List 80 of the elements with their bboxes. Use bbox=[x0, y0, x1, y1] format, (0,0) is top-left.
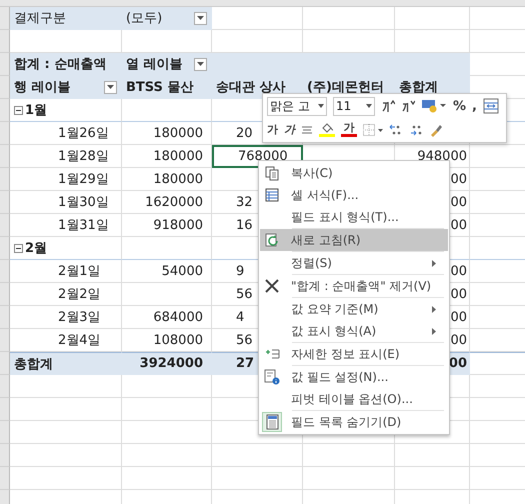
row-header[interactable] bbox=[0, 76, 10, 99]
row-header[interactable] bbox=[0, 306, 10, 329]
group-label: 1월 bbox=[25, 102, 48, 119]
row-header[interactable] bbox=[0, 145, 10, 168]
row-labels-header: 행 레이블 bbox=[14, 79, 71, 96]
copy-icon bbox=[265, 166, 279, 180]
row-header[interactable] bbox=[0, 375, 10, 398]
caret-icon bbox=[107, 85, 114, 89]
wrap-text-icon[interactable] bbox=[482, 98, 499, 114]
font-color-button[interactable]: 가 bbox=[341, 122, 357, 138]
caret-icon bbox=[197, 62, 204, 66]
collapse-icon[interactable] bbox=[14, 244, 23, 252]
font-size-field[interactable]: 11 bbox=[333, 96, 375, 116]
caret-icon bbox=[197, 16, 204, 20]
row-header[interactable] bbox=[0, 467, 10, 490]
row-label: 2월2일 bbox=[10, 283, 122, 306]
row-label: 2월3일 bbox=[10, 306, 122, 329]
row-header[interactable] bbox=[0, 7, 10, 30]
column-header: BTSS 물산 bbox=[122, 76, 212, 99]
refresh-icon bbox=[264, 232, 280, 248]
grow-font-icon[interactable] bbox=[381, 99, 395, 114]
table-cell: 180000 bbox=[122, 122, 212, 145]
row-label: 1월31일 bbox=[10, 214, 122, 237]
format-button[interactable]: , bbox=[472, 98, 477, 114]
row-header[interactable] bbox=[0, 30, 10, 53]
total-cell: 3924000 bbox=[122, 352, 212, 375]
caret-icon bbox=[318, 104, 324, 108]
show-details-icon bbox=[264, 348, 280, 360]
filter-dropdown[interactable] bbox=[194, 12, 207, 24]
row-label: 1월30일 bbox=[10, 191, 122, 214]
collapse-icon[interactable] bbox=[14, 106, 23, 114]
table-cell: 918000 bbox=[122, 214, 212, 237]
increase-decimal-icon[interactable] bbox=[389, 122, 403, 137]
caret-icon bbox=[366, 104, 372, 108]
center-align-icon[interactable] bbox=[301, 124, 313, 136]
column-labels-header: 열 레이블 bbox=[126, 56, 183, 73]
row-label: 2월1일 bbox=[10, 260, 122, 283]
row-header[interactable] bbox=[0, 329, 10, 352]
table-cell: 180000 bbox=[122, 168, 212, 191]
format-button[interactable]: % bbox=[453, 98, 466, 114]
column-filter-dropdown[interactable] bbox=[194, 58, 207, 70]
accounting-format-icon[interactable] bbox=[421, 98, 447, 114]
bold-button[interactable]: 가 bbox=[267, 122, 278, 138]
table-cell: 180000 bbox=[122, 145, 212, 168]
table-cell: 1620000 bbox=[122, 191, 212, 214]
menu-item[interactable]: 피벗 테이블 옵션(O)... bbox=[291, 390, 448, 408]
row-label: 1월29일 bbox=[10, 168, 122, 191]
filter-value: (모두) bbox=[126, 10, 162, 27]
font-name-field[interactable]: 맑은 고 bbox=[267, 96, 327, 116]
format-painter-icon[interactable] bbox=[429, 122, 443, 137]
field-settings-icon bbox=[264, 369, 280, 385]
row-label: 1월26일 bbox=[10, 122, 122, 145]
row-header[interactable] bbox=[0, 168, 10, 191]
row-label: 1월28일 bbox=[10, 145, 122, 168]
borders-icon[interactable] bbox=[363, 124, 383, 136]
row-filter-dropdown[interactable] bbox=[104, 80, 117, 94]
row-header[interactable] bbox=[0, 53, 10, 76]
row-header[interactable] bbox=[0, 260, 10, 283]
decrease-decimal-icon[interactable] bbox=[409, 122, 423, 137]
table-cell: 684000 bbox=[122, 306, 212, 329]
filter-label: 결제구분 bbox=[10, 7, 122, 30]
row-header[interactable] bbox=[0, 352, 10, 375]
row-header[interactable] bbox=[0, 398, 10, 421]
field-list-icon bbox=[266, 414, 278, 430]
menu-item[interactable]: 필드 목록 숨기기(D) bbox=[291, 414, 448, 430]
grand-total-label: 총합계 bbox=[10, 352, 122, 375]
table-format-icon bbox=[265, 188, 279, 202]
group-label: 2월 bbox=[25, 240, 48, 257]
value-field-label: 합계 : 순매출액 bbox=[10, 53, 122, 76]
row-header[interactable] bbox=[0, 122, 10, 145]
table-cell: 54000 bbox=[122, 260, 212, 283]
row-header[interactable] bbox=[0, 214, 10, 237]
close-icon bbox=[265, 279, 279, 293]
italic-button[interactable]: 가 bbox=[284, 122, 295, 138]
row-header[interactable] bbox=[0, 283, 10, 306]
row-header[interactable] bbox=[0, 421, 10, 444]
shrink-font-icon[interactable] bbox=[401, 99, 415, 114]
row-header[interactable] bbox=[0, 444, 10, 467]
fill-color-button[interactable] bbox=[319, 122, 335, 138]
row-header[interactable] bbox=[0, 191, 10, 214]
